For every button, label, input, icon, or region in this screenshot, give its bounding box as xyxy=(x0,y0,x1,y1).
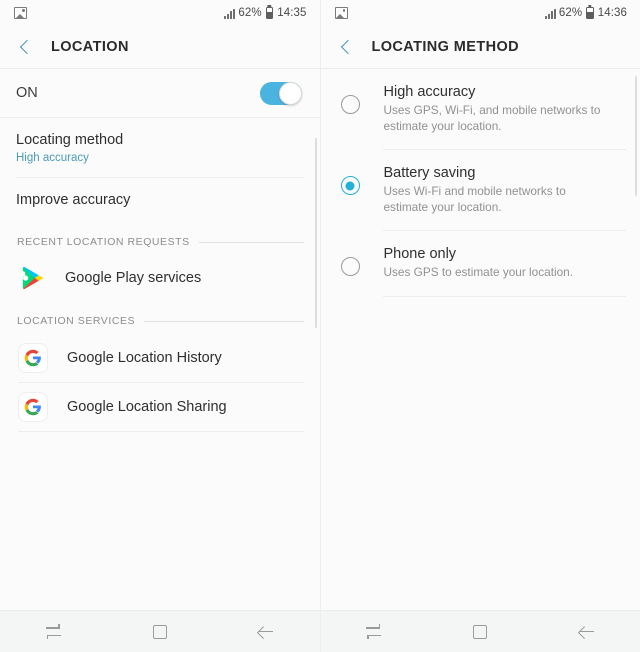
recents-icon xyxy=(45,624,62,639)
location-master-toggle-row[interactable]: ON xyxy=(0,69,320,117)
page-title: LOCATION xyxy=(51,39,129,55)
divider xyxy=(18,431,304,433)
google-g-icon xyxy=(18,343,48,374)
photo-icon xyxy=(334,7,348,19)
setting-item-improve-accuracy[interactable]: Improve accuracy xyxy=(0,178,320,222)
option-high-accuracy[interactable]: High accuracy Uses GPS, Wi-Fi, and mobil… xyxy=(321,69,640,149)
option-battery-saving[interactable]: Battery saving Uses Wi-Fi and mobile net… xyxy=(321,150,640,230)
option-text: Battery saving Uses Wi-Fi and mobile net… xyxy=(384,165,625,215)
status-bar-notifications xyxy=(14,7,27,19)
option-phone-only[interactable]: Phone only Uses GPS to estimate your loc… xyxy=(321,231,640,296)
home-icon xyxy=(473,624,488,639)
status-bar: 62% 14:35 xyxy=(0,0,320,26)
google-g-icon xyxy=(18,392,48,423)
radio-button[interactable] xyxy=(340,95,360,114)
screenshot-pair: 62% 14:35 LOCATION ON Locating method Hi… xyxy=(0,0,640,652)
settings-list: ON Locating method High accuracy Improve… xyxy=(0,68,320,610)
divider xyxy=(382,295,626,297)
page-title: LOCATING METHOD xyxy=(371,39,519,55)
back-chevron-icon[interactable] xyxy=(14,36,36,58)
locating-method-options: High accuracy Uses GPS, Wi-Fi, and mobil… xyxy=(320,68,640,610)
app-label: Google Location Sharing xyxy=(67,399,227,416)
signal-bars-icon xyxy=(224,8,236,19)
app-bar: LOCATION xyxy=(0,26,320,68)
option-description: Uses GPS to estimate your location. xyxy=(383,265,574,280)
navigation-bar xyxy=(320,610,640,652)
toggle-knob xyxy=(278,81,302,105)
section-header-label: RECENT LOCATION REQUESTS xyxy=(17,236,190,249)
section-header-recent-location-requests: RECENT LOCATION REQUESTS xyxy=(0,222,320,255)
option-title: High accuracy xyxy=(383,84,476,100)
back-arrow-icon xyxy=(579,625,595,639)
recents-button[interactable] xyxy=(346,611,402,652)
app-bar: LOCATING METHOD xyxy=(320,26,640,68)
section-header-label: LOCATION SERVICES xyxy=(17,315,136,328)
status-bar-notifications xyxy=(334,7,348,19)
battery-icon xyxy=(265,7,274,19)
section-rule xyxy=(198,241,304,243)
status-bar-clock: 14:36 xyxy=(597,7,627,19)
scrollbar[interactable] xyxy=(314,138,317,328)
app-row-google-play-services[interactable]: Google Play services xyxy=(0,255,320,301)
phone-screen-location: 62% 14:35 LOCATION ON Locating method Hi… xyxy=(0,0,320,652)
option-text: Phone only Uses GPS to estimate your loc… xyxy=(384,246,588,281)
section-header-location-services: LOCATION SERVICES xyxy=(0,301,320,334)
section-rule xyxy=(144,320,304,322)
home-button[interactable] xyxy=(452,611,508,652)
app-label: Google Location History xyxy=(67,350,222,367)
battery-percent-label: 62% xyxy=(558,7,583,19)
radio-button[interactable] xyxy=(340,257,360,277)
recents-icon xyxy=(365,624,382,639)
option-title: Phone only xyxy=(383,246,457,263)
option-description: Uses Wi-Fi and mobile networks to estima… xyxy=(383,184,566,214)
radio-button-selected[interactable] xyxy=(340,176,360,196)
phone-screen-locating-method: 62% 14:36 LOCATING METHOD High accuracy … xyxy=(319,0,640,652)
back-chevron-icon[interactable] xyxy=(335,36,357,58)
google-play-services-icon xyxy=(18,264,46,292)
location-toggle-switch[interactable] xyxy=(259,81,302,105)
option-text: High accuracy Uses GPS, Wi-Fi, and mobil… xyxy=(384,84,625,134)
status-bar: 62% 14:36 xyxy=(320,0,640,26)
app-label: Google Play services xyxy=(65,270,202,287)
navigation-bar xyxy=(0,610,320,652)
back-button[interactable] xyxy=(559,611,615,652)
recents-button[interactable] xyxy=(25,611,81,652)
home-button[interactable] xyxy=(132,611,188,652)
back-arrow-icon xyxy=(258,625,274,639)
setting-subtitle: High accuracy xyxy=(16,152,89,165)
setting-title: Improve accuracy xyxy=(16,192,131,209)
location-toggle-label: ON xyxy=(16,85,38,101)
setting-title: Locating method xyxy=(16,132,124,148)
app-row-google-location-sharing[interactable]: Google Location Sharing xyxy=(0,383,320,431)
battery-percent-label: 62% xyxy=(238,7,262,19)
status-bar-indicators: 62% 14:35 xyxy=(224,7,306,19)
photo-icon xyxy=(14,7,27,19)
status-bar-indicators: 62% 14:36 xyxy=(544,7,627,19)
app-row-google-location-history[interactable]: Google Location History xyxy=(0,334,320,382)
battery-icon xyxy=(586,7,594,19)
back-button[interactable] xyxy=(238,611,294,652)
setting-item-locating-method[interactable]: Locating method High accuracy xyxy=(0,118,320,177)
option-description: Uses GPS, Wi-Fi, and mobile networks to … xyxy=(383,103,601,133)
option-title: Battery saving xyxy=(383,165,476,182)
home-icon xyxy=(152,624,167,639)
status-bar-clock: 14:35 xyxy=(277,7,307,19)
scrollbar[interactable] xyxy=(635,76,637,196)
signal-bars-icon xyxy=(544,8,556,19)
